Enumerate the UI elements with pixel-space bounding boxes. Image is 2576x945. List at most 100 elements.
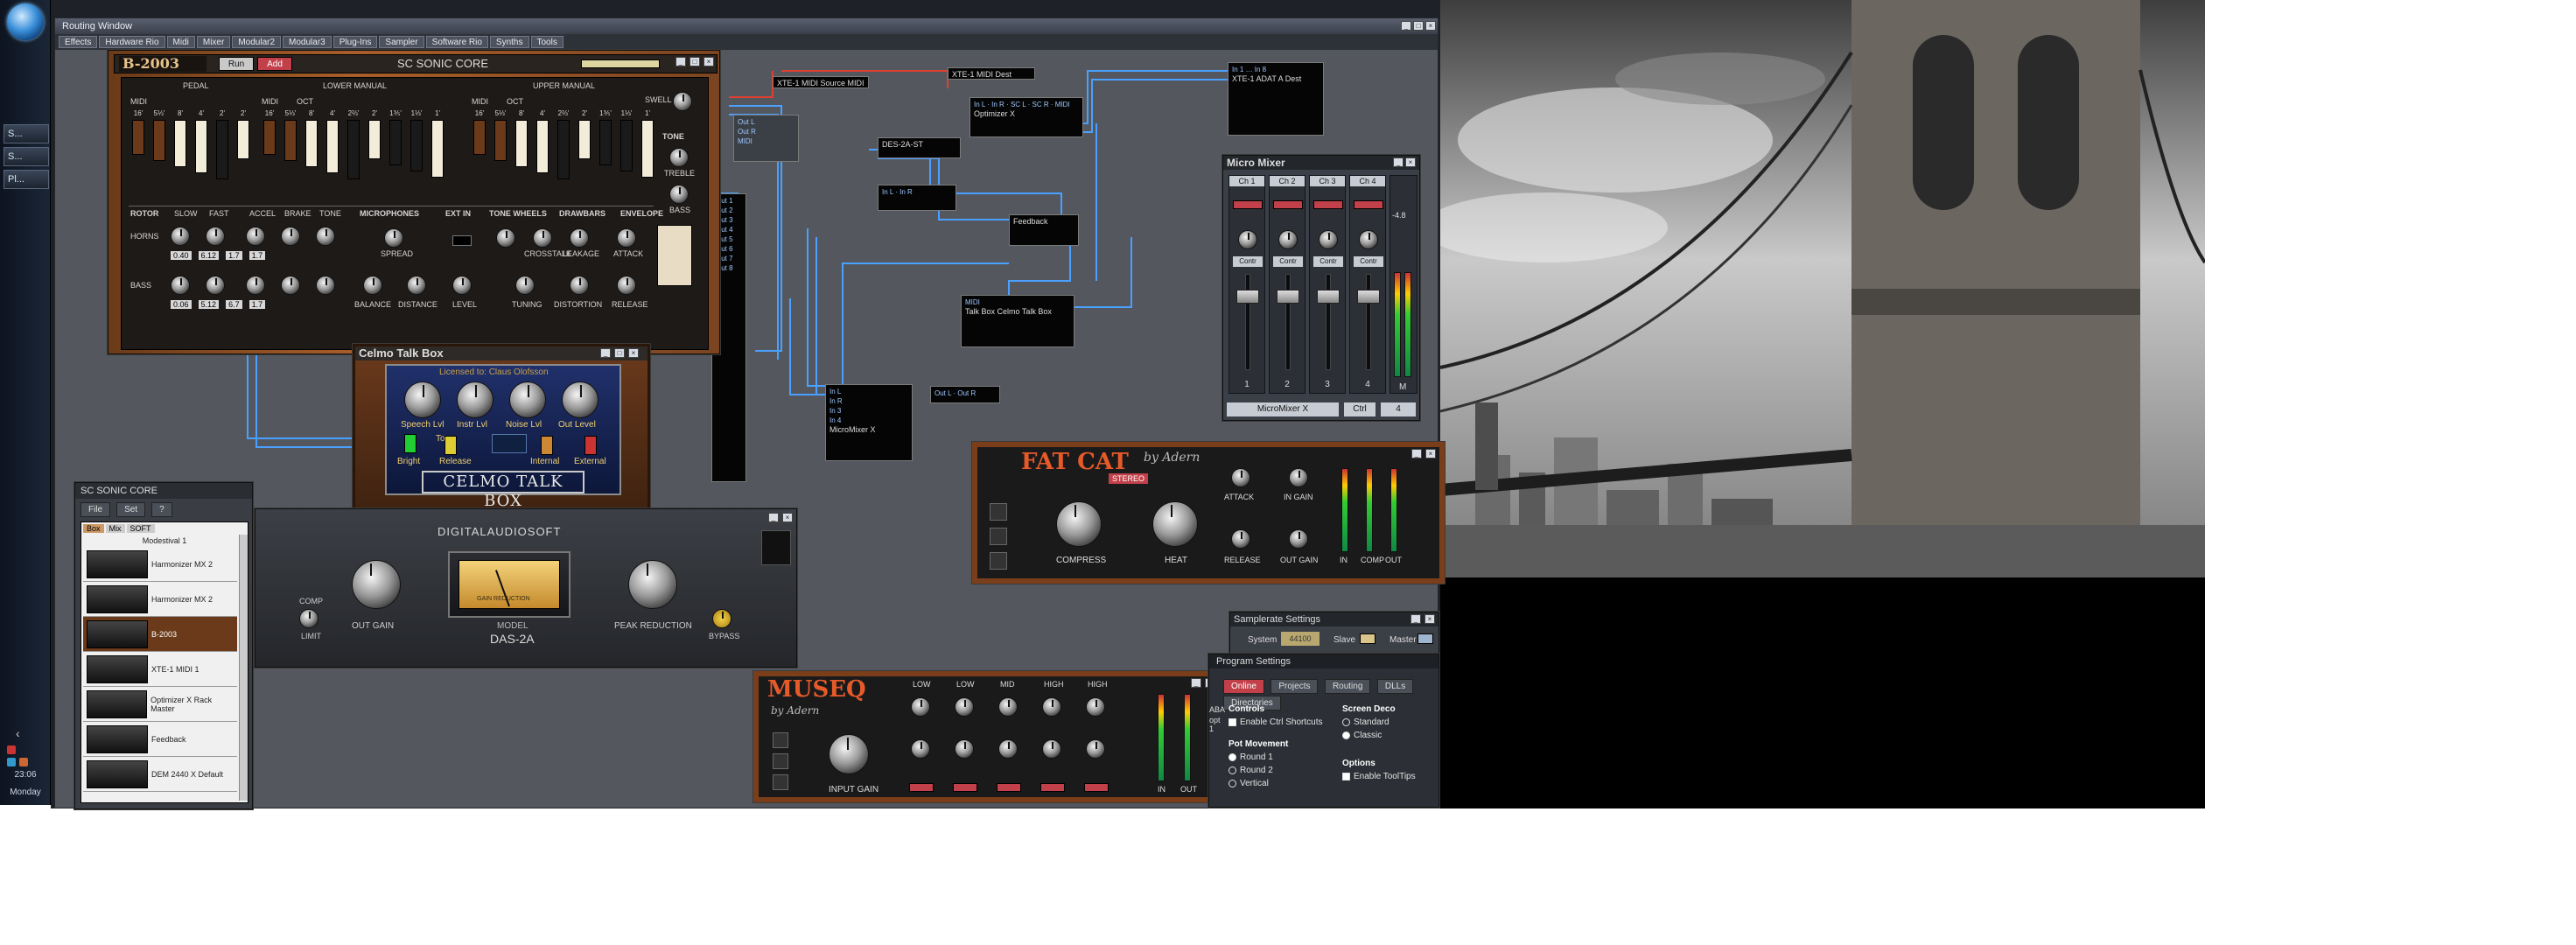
lower-drawbar[interactable]: 1' (430, 109, 445, 179)
routing-box-multiband[interactable]: In L · In R (878, 185, 956, 211)
in-gain-knob[interactable] (1289, 468, 1308, 487)
external-switch[interactable] (584, 436, 597, 455)
talkbox-maximize-button[interactable]: □ (614, 348, 625, 358)
channel-fader-track[interactable] (1326, 274, 1331, 370)
taskbar-button-3[interactable]: Pl... (4, 170, 49, 189)
enable-ctrl-shortcuts-row[interactable]: Enable Ctrl Shortcuts (1228, 716, 1334, 729)
pot-round2-row[interactable]: Round 2 (1228, 764, 1334, 777)
upper-drawbar[interactable]: 1⅗' (598, 109, 613, 179)
out-gain-knob-fatcat[interactable] (1289, 529, 1308, 549)
routing-box-xte1-midi-source[interactable]: XTE-1 MIDI Source MIDI (773, 76, 869, 88)
horns-fast-knob[interactable] (206, 227, 225, 246)
routing-box-out[interactable]: Out L · Out R (930, 386, 1000, 403)
pedal-drawbar-handle[interactable] (174, 120, 186, 167)
museq-side-button-2[interactable] (773, 753, 788, 769)
bass-slow-knob[interactable] (171, 276, 190, 295)
fatcat-minimize-button[interactable]: _ (1411, 449, 1422, 458)
museq-band-knob[interactable] (955, 697, 974, 717)
upper-drawbar[interactable]: 8' (514, 109, 529, 179)
lower-drawbar-handle[interactable] (368, 120, 381, 159)
pedal-drawbar-handle[interactable] (237, 120, 249, 159)
lower-drawbar[interactable]: 1⅗' (388, 109, 403, 179)
museq-side-button-3[interactable] (773, 774, 788, 790)
lower-drawbar[interactable]: 2⅔' (346, 109, 361, 179)
b2003-run-button[interactable]: Run (219, 57, 254, 71)
upper-drawbar-handle[interactable] (515, 120, 528, 167)
upper-drawbar[interactable]: 1⅓' (619, 109, 634, 179)
routing-box-xte1-midi-dest[interactable]: XTE-1 MIDI Dest (948, 67, 1035, 80)
noise-level-knob[interactable] (509, 382, 546, 418)
upper-drawbar[interactable]: 1' (640, 109, 655, 179)
routing-box-feedback[interactable]: Feedback (1009, 214, 1079, 246)
pot-round1-row[interactable]: Round 1 (1228, 751, 1334, 764)
micromixer-ctrl-field[interactable]: Ctrl (1344, 402, 1376, 416)
filter-soft-tab[interactable]: SOFT (126, 524, 155, 533)
lower-drawbar[interactable]: 16' (262, 109, 277, 179)
upper-drawbar-handle[interactable] (599, 120, 612, 165)
museq-band-knob[interactable] (911, 739, 930, 759)
micromixer-num-field[interactable]: 4 (1381, 402, 1416, 416)
envelope-attack-knob[interactable] (617, 228, 636, 248)
lower-drawbar-handle[interactable] (431, 120, 444, 178)
lower-drawbar[interactable]: 4' (325, 109, 340, 179)
pedal-drawbar[interactable]: 4' (193, 109, 209, 179)
museq-band-knob[interactable] (1086, 739, 1105, 759)
list-item[interactable]: XTE-1 MIDI 1 (83, 652, 237, 687)
museq-band-knob[interactable] (998, 739, 1018, 759)
tab-dlls[interactable]: DLLs (1376, 679, 1414, 694)
lower-drawbar-handle[interactable] (389, 120, 402, 165)
museq-minimize-button[interactable]: _ (1191, 678, 1201, 688)
channel-fader-track[interactable] (1285, 274, 1291, 370)
pedal-drawbar[interactable]: 5⅓' (151, 109, 167, 179)
channel-mute-button[interactable] (1313, 200, 1343, 209)
classic-radio[interactable] (1342, 731, 1350, 739)
standard-radio[interactable] (1342, 718, 1350, 726)
bass-accel-knob[interactable] (246, 276, 265, 295)
drawbar-distortion-knob[interactable] (570, 276, 589, 295)
list-scrollbar[interactable] (239, 535, 248, 801)
horns-accel-knob[interactable] (246, 227, 265, 246)
tab-routing[interactable]: Routing (1324, 679, 1371, 694)
museq-band-knob[interactable] (1042, 697, 1061, 717)
bypass-switch[interactable] (712, 609, 732, 628)
channel-fader-handle[interactable] (1277, 290, 1299, 304)
lower-drawbar-handle[interactable] (326, 120, 339, 173)
channel-mute-button[interactable] (1233, 200, 1263, 209)
system-rate-field[interactable]: 44100 (1281, 632, 1320, 646)
upper-drawbar-handle[interactable] (578, 120, 591, 159)
museq-band-switch[interactable] (953, 783, 977, 792)
routing-box-talkbox[interactable]: MIDI Talk Box Celmo Talk Box (961, 295, 1074, 347)
channel-pan-knob[interactable] (1359, 230, 1378, 249)
channel-fader-handle[interactable] (1317, 290, 1340, 304)
micromixer-close-button[interactable]: × (1405, 158, 1416, 167)
pot-round2-radio[interactable] (1228, 766, 1236, 774)
museq-band-switch[interactable] (909, 783, 934, 792)
classic-row[interactable]: Classic (1342, 729, 1433, 742)
pot-round1-radio[interactable] (1228, 752, 1236, 761)
fatcat-side-button-1[interactable] (990, 503, 1007, 521)
micromixer-name-field[interactable]: MicroMixer X (1227, 402, 1339, 416)
upper-drawbar-handle[interactable] (473, 120, 486, 155)
input-gain-knob[interactable] (829, 734, 869, 774)
horns-slow-knob[interactable] (171, 227, 190, 246)
museq-band-knob[interactable] (955, 739, 974, 759)
routing-box-xte1-adat-dest[interactable]: In 1 … In 8 XTE-1 ADAT A Dest (1228, 62, 1324, 136)
release-switch[interactable] (444, 436, 457, 455)
attack-knob[interactable] (1231, 468, 1250, 487)
upper-drawbar-handle[interactable] (641, 120, 654, 178)
drawbar-leakage-knob[interactable] (570, 228, 589, 248)
b2003-minimize-button[interactable]: _ (676, 57, 686, 66)
channel-mute-button[interactable] (1273, 200, 1303, 209)
museq-band-switch[interactable] (997, 783, 1021, 792)
filter-box-tab[interactable]: Box (83, 524, 104, 533)
tonewheel-age-knob[interactable] (496, 228, 515, 248)
channel-fader-handle[interactable] (1236, 290, 1259, 304)
mic-spread-knob[interactable] (384, 228, 403, 248)
bass-fast-knob[interactable] (206, 276, 225, 295)
museq-band-switch[interactable] (1084, 783, 1109, 792)
channel-pan-knob[interactable] (1319, 230, 1338, 249)
instr-level-knob[interactable] (457, 382, 494, 418)
routing-box-optimizer-x[interactable]: In L · In R · SC L · SC R · MIDI Optimiz… (970, 97, 1083, 137)
heat-knob[interactable] (1152, 501, 1198, 547)
channel-fader-track[interactable] (1366, 274, 1371, 370)
